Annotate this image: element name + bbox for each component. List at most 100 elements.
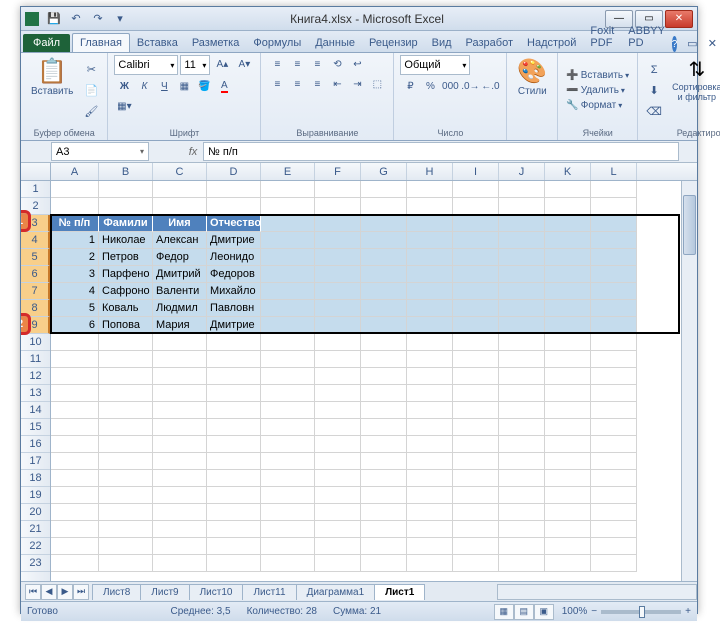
cell-F10[interactable]	[315, 334, 361, 351]
cell-L3[interactable]	[591, 215, 637, 232]
cell-D5[interactable]: Леонидо	[207, 249, 261, 266]
cell-I20[interactable]	[453, 504, 499, 521]
cell-B18[interactable]	[99, 470, 153, 487]
cell-H22[interactable]	[407, 538, 453, 555]
cell-I17[interactable]	[453, 453, 499, 470]
cell-B5[interactable]: Петров	[99, 249, 153, 266]
qat-dropdown-icon[interactable]: ▾	[111, 10, 129, 28]
cell-C12[interactable]	[153, 368, 207, 385]
cell-A12[interactable]	[51, 368, 99, 385]
row-header-18[interactable]: 18	[21, 470, 50, 487]
clear-button[interactable]: ⌫	[644, 102, 664, 122]
cell-L20[interactable]	[591, 504, 637, 521]
col-header-E[interactable]: E	[261, 163, 315, 180]
cell-A1[interactable]	[51, 181, 99, 198]
cell-J6[interactable]	[499, 266, 545, 283]
cell-E7[interactable]	[261, 283, 315, 300]
cell-L9[interactable]	[591, 317, 637, 334]
ribbon-tab-1[interactable]: Вставка	[130, 34, 185, 52]
cell-A13[interactable]	[51, 385, 99, 402]
cell-C9[interactable]: Мария	[153, 317, 207, 334]
cell-H5[interactable]	[407, 249, 453, 266]
ribbon-tab-3[interactable]: Формулы	[246, 34, 308, 52]
cell-D17[interactable]	[207, 453, 261, 470]
cell-K5[interactable]	[545, 249, 591, 266]
cell-A7[interactable]: 4	[51, 283, 99, 300]
cell-J10[interactable]	[499, 334, 545, 351]
cell-F9[interactable]	[315, 317, 361, 334]
cell-D1[interactable]	[207, 181, 261, 198]
cell-B19[interactable]	[99, 487, 153, 504]
cell-G17[interactable]	[361, 453, 407, 470]
row-header-21[interactable]: 21	[21, 521, 50, 538]
cell-A16[interactable]	[51, 436, 99, 453]
cell-A20[interactable]	[51, 504, 99, 521]
select-all-corner[interactable]	[21, 163, 51, 180]
cell-K8[interactable]	[545, 300, 591, 317]
cell-K9[interactable]	[545, 317, 591, 334]
cell-J16[interactable]	[499, 436, 545, 453]
cell-F23[interactable]	[315, 555, 361, 572]
cell-E4[interactable]	[261, 232, 315, 249]
cell-J11[interactable]	[499, 351, 545, 368]
cell-L18[interactable]	[591, 470, 637, 487]
sheet-nav-1[interactable]: ◀	[41, 584, 57, 600]
cell-J17[interactable]	[499, 453, 545, 470]
cell-L4[interactable]	[591, 232, 637, 249]
cell-B22[interactable]	[99, 538, 153, 555]
cell-H14[interactable]	[407, 402, 453, 419]
cell-E20[interactable]	[261, 504, 315, 521]
cell-G22[interactable]	[361, 538, 407, 555]
cell-C20[interactable]	[153, 504, 207, 521]
cell-H6[interactable]	[407, 266, 453, 283]
cell-H4[interactable]	[407, 232, 453, 249]
cell-F11[interactable]	[315, 351, 361, 368]
ribbon-tab-10[interactable]: ABBYY PD	[621, 22, 672, 52]
cell-F2[interactable]	[315, 198, 361, 215]
ribbon-tab-5[interactable]: Рецензир	[362, 34, 425, 52]
cell-D9[interactable]: Дмитрие	[207, 317, 261, 334]
sheet-nav-2[interactable]: ▶	[57, 584, 73, 600]
cell-J3[interactable]	[499, 215, 545, 232]
cell-E10[interactable]	[261, 334, 315, 351]
increase-font-button[interactable]: A▴	[212, 55, 232, 73]
cell-H19[interactable]	[407, 487, 453, 504]
cell-B9[interactable]: Попова	[99, 317, 153, 334]
cell-D13[interactable]	[207, 385, 261, 402]
cell-G20[interactable]	[361, 504, 407, 521]
row-header-6[interactable]: 6	[21, 266, 50, 283]
font-color-button[interactable]: А	[214, 77, 234, 95]
cell-J7[interactable]	[499, 283, 545, 300]
row-header-4[interactable]: 4	[21, 232, 50, 249]
cell-H8[interactable]	[407, 300, 453, 317]
row-header-22[interactable]: 22	[21, 538, 50, 555]
align-right-button[interactable]: ≡	[307, 75, 327, 93]
cell-E5[interactable]	[261, 249, 315, 266]
cell-H11[interactable]	[407, 351, 453, 368]
cell-A8[interactable]: 5	[51, 300, 99, 317]
cell-C14[interactable]	[153, 402, 207, 419]
cell-A11[interactable]	[51, 351, 99, 368]
cell-D2[interactable]	[207, 198, 261, 215]
cell-D21[interactable]	[207, 521, 261, 538]
insert-cells-button[interactable]: ➕Вставить▾	[564, 69, 631, 82]
cell-G3[interactable]	[361, 215, 407, 232]
cell-H13[interactable]	[407, 385, 453, 402]
cell-E23[interactable]	[261, 555, 315, 572]
cell-L23[interactable]	[591, 555, 637, 572]
cell-F14[interactable]	[315, 402, 361, 419]
col-header-F[interactable]: F	[315, 163, 361, 180]
cell-A5[interactable]: 2	[51, 249, 99, 266]
cell-D10[interactable]	[207, 334, 261, 351]
cell-E16[interactable]	[261, 436, 315, 453]
cell-B23[interactable]	[99, 555, 153, 572]
cell-H21[interactable]	[407, 521, 453, 538]
sheet-tab-Лист8[interactable]: Лист8	[92, 584, 141, 600]
row-header-20[interactable]: 20	[21, 504, 50, 521]
cell-E12[interactable]	[261, 368, 315, 385]
cell-G9[interactable]	[361, 317, 407, 334]
cell-I1[interactable]	[453, 181, 499, 198]
cell-B12[interactable]	[99, 368, 153, 385]
cell-B2[interactable]	[99, 198, 153, 215]
cell-J20[interactable]	[499, 504, 545, 521]
